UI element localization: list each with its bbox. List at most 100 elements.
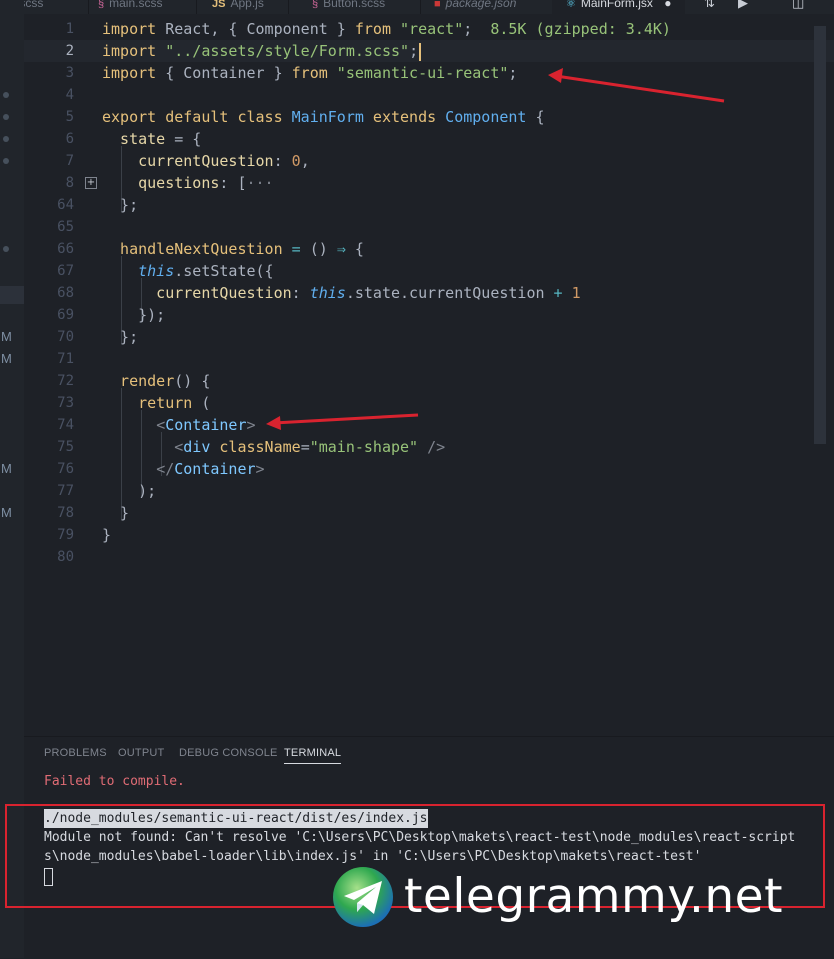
tab-app-js[interactable]: JS App.js xyxy=(212,0,264,14)
code-text: return ( xyxy=(102,392,210,414)
tab-m-scss[interactable]: m.scss xyxy=(24,0,43,14)
tab-terminal[interactable]: TERMINAL xyxy=(284,747,342,764)
tag-bracket: < xyxy=(174,438,184,456)
code-token: { Container } xyxy=(156,64,292,82)
code-line: 80 xyxy=(24,546,834,568)
line-number: 67 xyxy=(57,263,74,279)
operator: = xyxy=(282,240,310,258)
tab-output[interactable]: OUTPUT xyxy=(118,747,164,759)
code-line: 69 }); xyxy=(24,304,834,326)
code-token: React, { Component } xyxy=(156,20,355,38)
tag-bracket: > xyxy=(246,416,256,434)
this-keyword: this xyxy=(138,262,175,280)
keyword: from xyxy=(354,20,391,38)
unsaved-dot-icon[interactable]: ● xyxy=(664,0,671,10)
line-number: 5 xyxy=(65,109,74,125)
terminal-error-heading: Failed to compile. xyxy=(44,774,185,789)
line-number: 77 xyxy=(57,483,74,499)
code-token: ; xyxy=(463,20,473,38)
code-line: 78 } xyxy=(24,502,834,524)
number-literal: 0 xyxy=(291,152,301,170)
jsx-tag: Container xyxy=(174,460,256,478)
run-icon[interactable]: ▶ xyxy=(738,0,748,11)
line-number: 65 xyxy=(57,219,74,235)
code-token: : xyxy=(273,152,292,170)
line-number: 4 xyxy=(65,87,74,103)
folded-ellipsis[interactable]: ··· xyxy=(247,174,274,192)
code-token: .state.currentQuestion xyxy=(345,284,545,302)
tag-bracket: > xyxy=(255,460,265,478)
status-dot-icon xyxy=(3,114,9,120)
sass-icon: § xyxy=(312,0,319,10)
code-line: 77 ); xyxy=(24,480,834,502)
code-text: }); xyxy=(102,306,166,324)
status-dot-icon xyxy=(3,92,9,98)
code-line: 73 return ( xyxy=(24,392,834,414)
tab-package-json[interactable]: ■ package.json xyxy=(434,0,516,14)
property: currentQuestion xyxy=(102,284,292,302)
explorer-selected-row xyxy=(0,286,24,304)
line-number: 80 xyxy=(57,549,74,565)
line-number: 78 xyxy=(57,505,74,521)
tab-label: App.js xyxy=(230,0,264,10)
split-editor-icon[interactable]: ◫ xyxy=(792,0,804,11)
code-line: 7 currentQuestion: 0, xyxy=(24,150,834,172)
code-token: = xyxy=(300,438,310,456)
function-name: render xyxy=(102,372,175,390)
source-control-icon[interactable]: ⇅ xyxy=(704,0,715,11)
tab-label: MainForm.jsx xyxy=(580,0,653,10)
status-dot-icon xyxy=(3,136,9,142)
code-line: 6 state = { xyxy=(24,128,834,150)
line-number: 2 xyxy=(65,43,74,59)
string-literal: "semantic-ui-react" xyxy=(327,64,509,82)
line-number: 75 xyxy=(57,439,74,455)
tag-bracket: /> xyxy=(418,438,446,456)
code-line: 74 <Container> xyxy=(24,414,834,436)
code-line: 76 </Container> xyxy=(24,458,834,480)
code-text: currentQuestion: this.state.currentQuest… xyxy=(102,282,581,304)
code-line: 5 export default class MainForm extends … xyxy=(24,106,834,128)
tab-label: Button.scss xyxy=(323,0,386,10)
tab-problems[interactable]: PROBLEMS xyxy=(44,747,107,759)
string-literal: "main-shape" xyxy=(309,438,419,456)
code-text: } xyxy=(102,504,130,522)
line-number: 70 xyxy=(57,329,74,345)
tab-main-scss[interactable]: § main.scss xyxy=(98,0,162,14)
code-line-current: 2 import "../assets/style/Form.scss"; xyxy=(24,40,834,62)
tag-bracket: < xyxy=(156,416,166,434)
sass-icon: § xyxy=(98,0,105,10)
editor-scrollbar[interactable] xyxy=(814,26,826,444)
code-text: import { Container } from "semantic-ui-r… xyxy=(102,62,517,84)
line-number: 71 xyxy=(57,351,74,367)
line-number: 76 xyxy=(57,461,74,477)
watermark: telegrammy.net xyxy=(330,866,820,930)
code-text: </Container> xyxy=(102,458,265,480)
code-text: ); xyxy=(102,482,157,500)
keyword: default xyxy=(156,108,229,126)
class-name: MainForm xyxy=(282,108,364,126)
code-text: import "../assets/style/Form.scss"; xyxy=(102,40,422,62)
line-number: 69 xyxy=(57,307,74,323)
code-text: handleNextQuestion = () ⇒ { xyxy=(102,238,364,260)
code-text: this.setState({ xyxy=(102,260,273,282)
code-editor[interactable]: 1 import React, { Component } from "reac… xyxy=(24,14,834,736)
keyword: export xyxy=(102,108,157,126)
jsx-attribute: className xyxy=(210,438,301,456)
keyword: return xyxy=(102,394,193,412)
line-number: 73 xyxy=(57,395,74,411)
number-literal: 1 xyxy=(571,284,581,302)
code-text: currentQuestion: 0, xyxy=(102,150,310,172)
tab-mainform-jsx[interactable]: ⚛ MainForm.jsx ● xyxy=(552,0,686,14)
tab-label: main.scss xyxy=(109,0,163,10)
import-cost-hint: 8.5K (gzipped: 3.4K) xyxy=(472,20,671,38)
code-text: }; xyxy=(102,196,139,214)
tab-button-scss[interactable]: § Button.scss xyxy=(312,0,385,14)
tab-divider xyxy=(88,0,89,14)
expand-fold-icon[interactable]: + xyxy=(85,177,97,189)
tab-debug-console[interactable]: DEBUG CONSOLE xyxy=(179,747,278,759)
line-number: 1 xyxy=(65,21,74,37)
code-token: () xyxy=(309,240,337,258)
arrow-operator: ⇒ xyxy=(336,240,346,258)
